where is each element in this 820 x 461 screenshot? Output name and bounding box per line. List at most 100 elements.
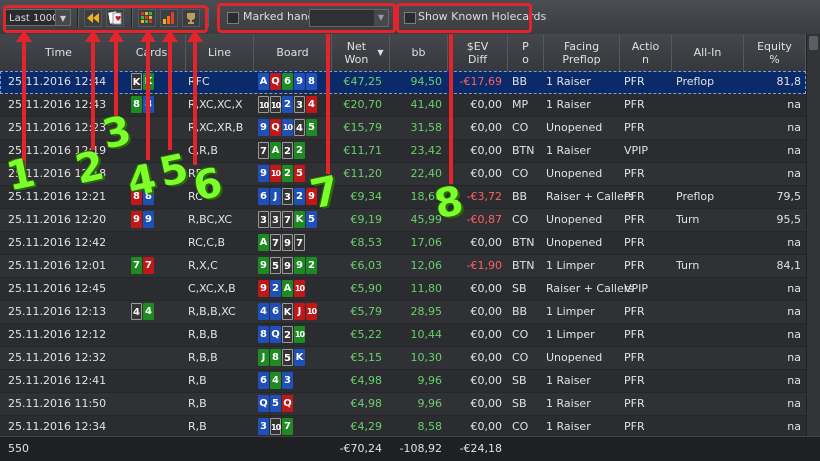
board-cell: 10 10 2 3 4: [258, 94, 318, 116]
line-cell: R,X,C: [188, 259, 218, 272]
marked-hands-checkbox[interactable]: [227, 12, 239, 24]
all-in-cell: [676, 278, 742, 300]
action-cell: PFR: [624, 213, 645, 226]
spade-card: K: [282, 303, 293, 320]
column-header-ev-diff[interactable]: $EV Diff: [448, 34, 508, 71]
table-row[interactable]: 25.11.2016 12:20 9 9 R,BC,XC 3 3 7 K 5 €9,19 45,99…: [0, 209, 806, 232]
equity-cell: 95,5: [776, 213, 802, 226]
table-row[interactable]: 25.11.2016 12:45 C,XC,X,B 9 2 A 10 €5,90 11,80 €…: [0, 278, 806, 301]
all-in-cell: [676, 301, 742, 323]
cards-icon: ♥: [108, 11, 122, 25]
show-known-holecards-label: Show Known Holecards: [418, 10, 547, 23]
position-cell: BTN: [512, 236, 535, 249]
column-header-board[interactable]: Board: [254, 34, 332, 71]
action-cell: VPIP: [624, 282, 649, 295]
club-card: 10: [294, 326, 305, 343]
line-cell: R,B: [188, 397, 207, 410]
bar-chart-icon: [163, 12, 174, 24]
table-row[interactable]: 25.11.2016 12:01 7 7 R,X,C 9 5 9 9 2 €6,03 12,06 -€…: [0, 255, 806, 278]
bb-cell: 31,58: [410, 121, 443, 134]
range-grid-button[interactable]: [138, 9, 156, 27]
bb-cell: 10,44: [410, 328, 443, 341]
position-cell: CO: [512, 420, 529, 433]
svg-text:♥: ♥: [115, 15, 121, 23]
equity-cell: na: [787, 397, 801, 410]
all-in-cell: Turn: [676, 213, 700, 226]
diamond-card: 9: [258, 119, 269, 136]
bb-cell: 9,96: [417, 374, 443, 387]
diamond-card: 6: [258, 372, 269, 389]
club-card: 2: [294, 142, 305, 159]
filter-select-value: Last 1000: [9, 13, 59, 24]
table-row[interactable]: 25.11.2016 12:42 RC,C,B A 7 9 7 €8,53 17,06 €0,0…: [0, 232, 806, 255]
hole-cards-cell: 77: [131, 255, 155, 277]
diamond-card: 2: [270, 280, 281, 297]
club-card: 7: [282, 418, 293, 435]
ev-diff-cell: €0,00: [470, 98, 503, 111]
bb-cell: 9,96: [417, 397, 443, 410]
table-row[interactable]: 25.11.2016 12:21 8 8 RC 6 J 3 2 9 €9,34 18,68 -€3,7…: [0, 186, 806, 209]
column-header-all-in[interactable]: All-In: [672, 34, 744, 71]
bb-cell: 23,42: [410, 144, 443, 157]
table-row[interactable]: 25.11.2016 12:18 RB 9 10 2 5 €11,20 22,40 €0,00 C…: [0, 163, 806, 186]
scrollbar-thumb[interactable]: [809, 36, 818, 50]
line-cell: R,XC,XR,B: [188, 121, 244, 134]
net-won-cell: €5,15: [350, 351, 383, 364]
all-in-cell: [676, 94, 742, 116]
chart-button[interactable]: [160, 9, 178, 27]
board-cell: 643: [258, 370, 294, 392]
club-card: 5: [306, 119, 317, 136]
ev-diff-cell: €0,00: [470, 282, 503, 295]
filter-select[interactable]: Last 1000 ▼: [5, 9, 71, 26]
ev-diff-cell: -€17,69: [459, 75, 502, 88]
equity-cell: 81,8: [776, 75, 802, 88]
position-cell: BB: [512, 75, 528, 88]
time-cell: 25.11.2016 12:12: [8, 328, 107, 341]
table-row[interactable]: 25.11.2016 12:13 4 4 R,B,B,XC 4 6 K J 10 €5,79 28,…: [0, 301, 806, 324]
vertical-scrollbar[interactable]: [806, 34, 820, 436]
action-cell: PFR: [624, 328, 645, 341]
spade-card: 7: [294, 234, 305, 251]
table-row[interactable]: 25.11.2016 11:50 R,B Q 5 Q €4,98 9,96 €0,00 SB 1 …: [0, 393, 806, 416]
column-header-net-won[interactable]: Net Won ▼: [332, 34, 390, 71]
facing-preflop-cell: Raiser + Callers: [546, 282, 634, 295]
club-card: 7: [131, 257, 142, 274]
action-cell: PFR: [624, 351, 645, 364]
diamond-card: 8: [306, 73, 317, 90]
table-row[interactable]: 25.11.2016 12:41 R,B 6 4 3 €4,98 9,96 €0,00 SB 1 …: [0, 370, 806, 393]
heart-card: 10: [270, 165, 281, 182]
net-won-cell: €5,22: [350, 328, 383, 341]
action-cell: VPIP: [624, 144, 649, 157]
table-row[interactable]: 25.11.2016 12:12 R,B,B 8 Q 2 10 €5,22 10,44 €0,0…: [0, 324, 806, 347]
spade-card: 2: [282, 326, 293, 343]
facing-preflop-cell: 1 Raiser: [546, 98, 591, 111]
trophy-button[interactable]: [182, 9, 200, 27]
rewind-button[interactable]: [84, 9, 102, 27]
column-header-position[interactable]: P o: [508, 34, 544, 71]
column-header-equity[interactable]: Equity %: [744, 34, 806, 71]
table-row[interactable]: 25.11.2016 12:44KKRFCAQ698€47,2594,50-€1…: [0, 71, 806, 94]
action-cell: PFR: [624, 420, 645, 433]
equity-cell: na: [787, 121, 801, 134]
ev-diff-cell: €0,00: [470, 144, 503, 157]
show-known-holecards-checkbox[interactable]: [404, 12, 416, 24]
diamond-card: 2: [282, 96, 293, 113]
table-row[interactable]: 25.11.2016 12:32 R,B,B J 8 5 K €5,15 10,30 €0,00…: [0, 347, 806, 370]
board-cell: A797: [258, 232, 306, 254]
hand-replayer-button[interactable]: ♥: [106, 9, 124, 27]
board-cell: 9 2 A 10: [258, 278, 306, 300]
spade-card: K: [131, 73, 142, 90]
bb-cell: 45,99: [410, 213, 443, 226]
marked-hands-select[interactable]: ▼: [309, 9, 389, 27]
board-cell: 3 10 7: [258, 416, 294, 438]
column-header-bb[interactable]: bb: [390, 34, 448, 71]
spade-card: 7: [258, 142, 269, 159]
position-cell: SB: [512, 374, 527, 387]
spade-card: 3: [270, 211, 281, 228]
column-header-action[interactable]: Actio n: [620, 34, 672, 71]
net-won-cell: €4,98: [350, 374, 383, 387]
facing-preflop-cell: 1 Raiser: [546, 420, 591, 433]
net-won-cell: €6,03: [350, 259, 383, 272]
line-cell: R,XC,XC,X: [188, 98, 243, 111]
column-header-facing-preflop[interactable]: Facing Preflop: [544, 34, 620, 71]
